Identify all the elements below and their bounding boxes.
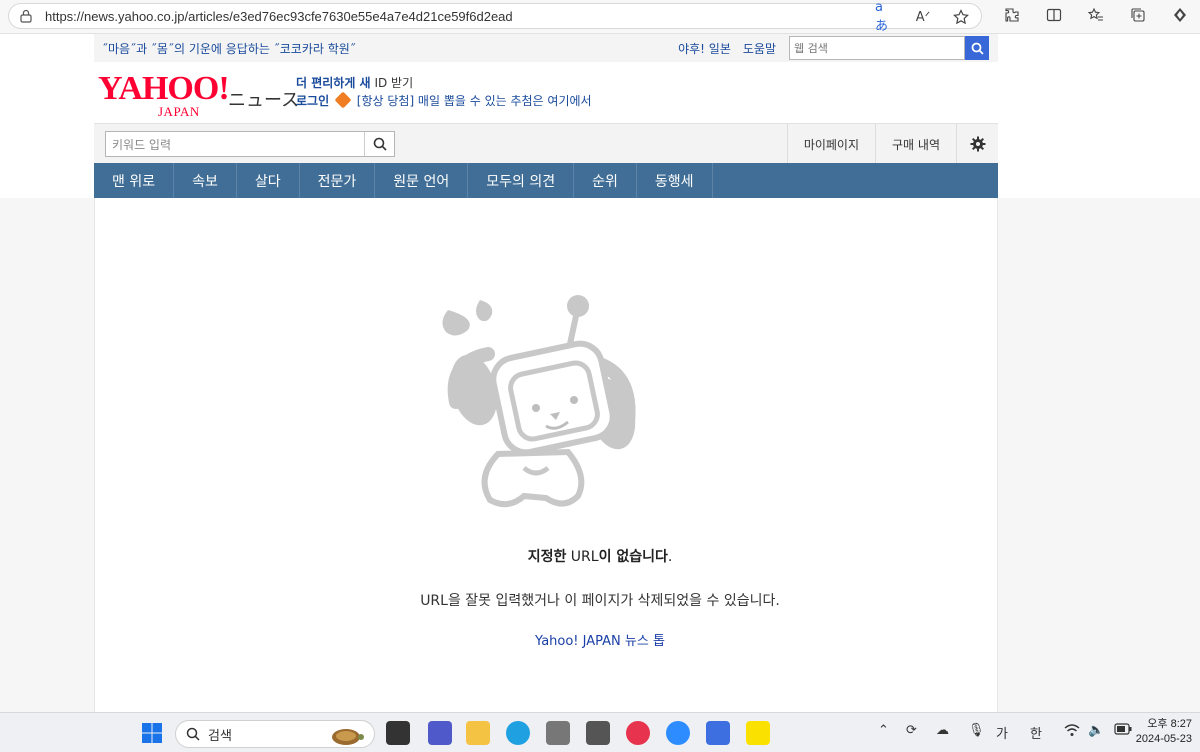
nav-breaking[interactable]: 속보 [174,163,237,198]
sync-icon[interactable]: ⟳ [906,723,917,738]
settings-gear-icon[interactable] [956,124,998,164]
error-title-end: . [667,549,673,565]
keyword-search-button[interactable] [364,132,394,156]
nav-ranking[interactable]: 순위 [574,163,637,198]
taskbar: 검색 ⌃ ⟳ ☁ 🎙 가 한 🔈 오후 8:27 2024-05-23 [0,712,1200,752]
clock-date: 2024-05-23 [1135,733,1192,745]
read-aloud-icon[interactable]: A͏ᐟ [913,7,933,27]
cloud-icon[interactable]: ☁ [936,723,949,738]
promo-link[interactable]: ˝마음˝과 ˝몸˝의 기운에 응답하는 ˝코코카라 학원˝ [102,40,356,57]
turtle-icon [332,729,364,745]
wifi-icon[interactable] [1064,723,1080,741]
web-search-input[interactable] [789,36,965,60]
app-n-icon[interactable] [586,721,610,745]
translate-icon[interactable]: aあ [875,0,895,34]
main-nav: 맨 위로 속보 살다 전문가 원문 언어 모두의 의견 순위 동행세 [94,163,998,198]
error-title-url: URL [570,549,599,565]
taskview-icon[interactable] [386,721,410,745]
web-search [789,36,989,60]
error-title-bold2: 이 없습니다 [598,549,668,565]
confused-mascot-icon [442,295,636,508]
news-top-link[interactable]: Yahoo! JAPAN 뉴스 톱 [0,630,1200,649]
promo-strip: ˝마음˝과 ˝몸˝의 기운에 응답하는 ˝코코카라 학원˝ 야후! 일본 도움말 [94,34,998,62]
teams-icon[interactable] [428,721,452,745]
logo-row: YAHOO! JAPAN ニュース 더 편리하게 새 ID 받기 로그인 [항상… [94,62,998,122]
top-links: 야후! 일본 도움말 [678,40,776,57]
logo-japan-text: JAPAN [158,104,200,119]
purchase-history-link[interactable]: 구매 내역 [875,124,956,164]
extensions-icon[interactable] [1002,5,1022,25]
notes-icon[interactable] [706,721,730,745]
split-screen-icon[interactable] [1044,5,1064,25]
chevron-up-icon[interactable]: ⌃ [878,723,889,738]
windows-start-icon[interactable] [140,721,164,745]
promo-line1-bold[interactable]: 더 편리하게 새 [296,76,371,90]
edge-icon[interactable] [506,721,530,745]
taskbar-search-label: 검색 [208,728,232,744]
ime-hangul[interactable]: 한 [1030,723,1042,742]
pin-icon [334,91,352,109]
nav-comments[interactable]: 모두의 의견 [468,163,575,198]
clock-time: 오후 8:27 [1147,718,1192,730]
taskbar-search[interactable]: 검색 [175,720,375,748]
zoom-icon[interactable] [666,721,690,745]
battery-icon[interactable] [1114,723,1132,739]
nav-original[interactable]: 원문 언어 [375,163,469,198]
web-search-button[interactable] [965,36,989,60]
login-promo: 더 편리하게 새 ID 받기 로그인 [항상 당첨] 매일 뽑을 수 있는 추첨… [296,74,592,110]
lock-icon[interactable] [19,9,33,23]
copilot-icon[interactable] [1170,5,1190,25]
logo-yahoo-text: YAHOO! [98,70,230,107]
keyword-input[interactable]: 키워드 입력 [106,136,364,153]
favorite-star-icon[interactable] [951,7,971,27]
creative-cloud-icon[interactable] [626,721,650,745]
collections-icon[interactable] [1128,5,1148,25]
favorites-icon[interactable] [1086,5,1106,25]
promo-line1-rest: ID 받기 [374,76,414,90]
login-link[interactable]: 로그인 [296,94,329,108]
keyword-search: 키워드 입력 [105,131,395,157]
nav-expert[interactable]: 전문가 [300,163,376,198]
help-link[interactable]: 도움말 [743,40,776,57]
nav-life[interactable]: 살다 [237,163,300,198]
volume-icon[interactable]: 🔈 [1088,723,1104,738]
microphone-icon[interactable]: 🎙 [968,723,985,738]
address-bar[interactable]: https://news.yahoo.co.jp/articles/e3ed76… [8,0,982,34]
yahoo-news-logo[interactable]: YAHOO! JAPAN ニュース [98,70,299,120]
mypage-link[interactable]: 마이페이지 [786,124,875,164]
nav-tax[interactable]: 동행세 [637,163,713,198]
browser-toolbar: https://news.yahoo.co.jp/articles/e3ed76… [0,0,1200,34]
nav-top[interactable]: 맨 위로 [94,163,175,198]
error-title: 지정한 URL이 없습니다. [0,546,1200,566]
error-subtitle: URL을 잘못 입력했거나 이 페이지가 삭제되었을 수 있습니다. [420,593,780,609]
lottery-link[interactable]: [항상 당첨] 매일 뽑을 수 있는 추첨은 여기에서 [357,94,592,108]
user-links: 마이페이지 구매 내역 [786,124,998,164]
error-title-bold1: 지정한 [527,549,567,565]
ime-korean[interactable]: 가 [996,723,1008,742]
search-icon [186,727,200,741]
url-text[interactable]: https://news.yahoo.co.jp/articles/e3ed76… [45,9,513,24]
clock[interactable]: 오후 8:27 2024-05-23 [1136,717,1192,747]
logo-news-text: ニュース [228,90,300,111]
yahoo-japan-link[interactable]: 야후! 일본 [678,40,731,57]
kakaotalk-icon[interactable] [746,721,770,745]
file-explorer-icon[interactable] [466,721,490,745]
search-row: 키워드 입력 마이페이지 구매 내역 [94,123,998,164]
app-y-icon[interactable] [546,721,570,745]
